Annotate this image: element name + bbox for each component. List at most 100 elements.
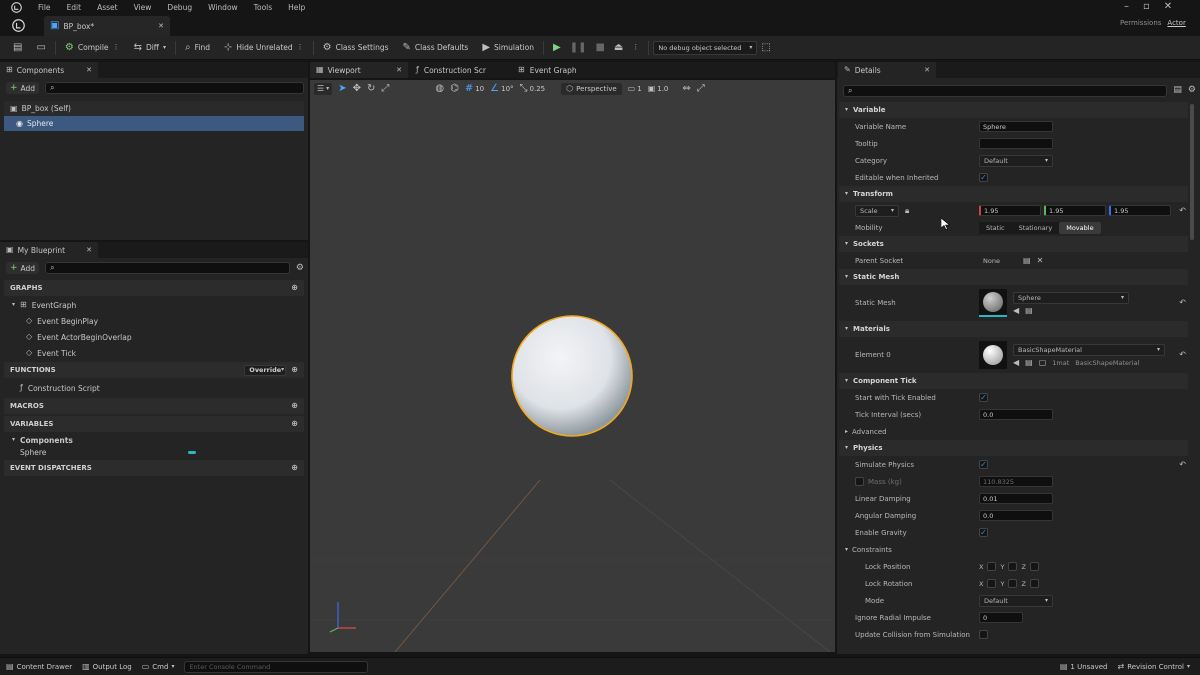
enable-gravity-checkbox[interactable]: ✓: [979, 528, 988, 537]
lock-rotation-y-checkbox[interactable]: [1008, 579, 1018, 588]
folder-browse-icon[interactable]: ▤: [1023, 256, 1031, 265]
viewport-options-menu[interactable]: ☰ ▾: [314, 83, 333, 95]
class-settings-button[interactable]: ⚙ Class Settings: [318, 39, 394, 57]
rotate-tool-icon[interactable]: ↻: [367, 84, 375, 94]
scale-x-input[interactable]: 1.95: [979, 205, 1041, 216]
class-defaults-button[interactable]: ✎ Class Defaults: [398, 39, 474, 57]
my-blueprint-tab[interactable]: ▣ My Blueprint ✕: [0, 242, 98, 258]
functions-section[interactable]: FUNCTIONS Override ▾ ⊕: [4, 362, 304, 378]
variable-name-input[interactable]: Sphere: [979, 121, 1053, 132]
section-component-tick[interactable]: ▾ Component Tick: [839, 373, 1188, 389]
close-tab-icon[interactable]: ✕: [396, 66, 402, 74]
material-slot-icon[interactable]: ▢: [1039, 358, 1047, 367]
scale-tool-icon[interactable]: ⤢: [381, 84, 389, 94]
macros-section[interactable]: MACROS ⊕: [4, 398, 304, 414]
fov-dropdown[interactable]: ▣ 1.0: [648, 85, 669, 94]
add-circle-icon[interactable]: ⊕: [291, 464, 298, 472]
simulation-button[interactable]: ▶ Simulation: [477, 39, 539, 57]
options-icon[interactable]: ⋮: [297, 44, 304, 51]
document-tab-bp-box[interactable]: ▣ BP_box* ✕: [44, 16, 170, 36]
close-tab-icon[interactable]: ✕: [86, 66, 92, 74]
details-tab[interactable]: ✎ Details ✕: [838, 62, 936, 78]
static-mesh-thumbnail[interactable]: [979, 289, 1007, 317]
component-item-sphere[interactable]: ◉ Sphere: [4, 116, 304, 131]
angular-damping-input[interactable]: 0.0: [979, 510, 1053, 521]
use-selected-icon[interactable]: ◀: [1013, 358, 1019, 367]
linear-damping-input[interactable]: 0.01: [979, 493, 1053, 504]
mass-input[interactable]: 110.8325: [979, 476, 1053, 487]
static-mesh-dropdown[interactable]: Sphere ▾: [1013, 291, 1129, 304]
lock-rotation-z-checkbox[interactable]: [1029, 579, 1039, 588]
constraints-row[interactable]: ▾ Constraints: [839, 541, 1188, 558]
update-collision-checkbox[interactable]: [979, 630, 988, 639]
event-item[interactable]: ◇ Event Tick: [18, 345, 84, 361]
menu-debug[interactable]: Debug: [167, 3, 192, 12]
debug-select-icon[interactable]: ⬚: [761, 42, 770, 53]
minimize-icon[interactable]: –: [1124, 2, 1129, 12]
find-button[interactable]: ⌕ Find: [180, 39, 215, 57]
unsaved-button[interactable]: ▤ 1 Unsaved: [1060, 662, 1108, 671]
view-mode-dropdown[interactable]: ⬡ Perspective: [561, 83, 622, 95]
scale-z-input[interactable]: 1.95: [1109, 205, 1171, 216]
close-tab-icon[interactable]: ✕: [924, 66, 930, 74]
menu-edit[interactable]: Edit: [67, 3, 82, 12]
details-search-input[interactable]: ⌕: [843, 84, 1168, 97]
material-dropdown[interactable]: BasicShapeMaterial ▾: [1013, 343, 1165, 356]
override-dropdown[interactable]: Override ▾: [244, 364, 287, 376]
stat-icon[interactable]: ⇔: [682, 84, 690, 94]
menu-window[interactable]: Window: [208, 3, 238, 12]
close-icon[interactable]: ✕: [1164, 2, 1172, 12]
components-search-input[interactable]: ⌕: [45, 82, 304, 94]
grid-snap-toggle[interactable]: # 10: [465, 84, 484, 94]
viewport-3d[interactable]: [310, 80, 835, 652]
eject-icon[interactable]: ⏏: [614, 42, 623, 53]
browse-asset-icon[interactable]: ▤: [1025, 306, 1033, 315]
hide-unrelated-button[interactable]: ⊹ Hide Unrelated ⋮: [219, 39, 309, 57]
mobility-movable[interactable]: Movable: [1059, 221, 1101, 234]
camera-speed-dropdown[interactable]: ▭ 1: [628, 85, 642, 94]
debug-object-dropdown[interactable]: No debug object selected ▾: [653, 40, 758, 55]
section-transform[interactable]: ▾ Transform: [839, 186, 1188, 202]
browse-asset-icon[interactable]: ▤: [1025, 358, 1033, 367]
compile-button[interactable]: ⚙ Compile ⋮: [60, 39, 125, 57]
section-static-mesh[interactable]: ▾ Static Mesh: [839, 269, 1188, 285]
tick-interval-input[interactable]: 0.0: [979, 409, 1053, 420]
maximize-viewport-icon[interactable]: ⤢: [697, 84, 705, 94]
lock-rotation-x-checkbox[interactable]: [987, 579, 997, 588]
content-drawer-button[interactable]: ▤ Content Drawer: [6, 662, 72, 671]
scale-mode-dropdown[interactable]: Scale ▾: [855, 204, 899, 217]
unreal-logo-icon[interactable]: [8, 0, 24, 14]
settings-gear-icon[interactable]: ⚙: [1188, 86, 1196, 95]
construction-script-item[interactable]: ƒ Construction Script: [12, 380, 108, 396]
world-local-icon[interactable]: ◍: [435, 84, 444, 94]
simulate-physics-checkbox[interactable]: ✓: [979, 460, 988, 469]
tab-viewport[interactable]: ▦ Viewport ✕: [310, 62, 408, 78]
menu-help[interactable]: Help: [288, 3, 305, 12]
unreal-home-icon[interactable]: [10, 17, 26, 33]
details-scrollbar[interactable]: [1190, 104, 1194, 240]
add-circle-icon[interactable]: ⊕: [291, 420, 298, 428]
event-item[interactable]: ◇ Event ActorBeginOverlap: [18, 329, 140, 345]
scale-snap-toggle[interactable]: ⤡ 0.25: [520, 84, 546, 94]
ignore-radial-impulse-input[interactable]: 0: [979, 612, 1023, 623]
event-dispatchers-section[interactable]: EVENT DISPATCHERS ⊕: [4, 460, 304, 476]
variables-section[interactable]: VARIABLES ⊕: [4, 416, 304, 432]
mobility-static[interactable]: Static: [979, 224, 1012, 232]
components-tab[interactable]: ⊞ Components ✕: [0, 62, 98, 78]
event-item[interactable]: ◇ Event BeginPlay: [18, 313, 106, 329]
output-log-button[interactable]: ▥ Output Log: [82, 662, 132, 671]
constraint-mode-dropdown[interactable]: Default ▾: [979, 594, 1053, 607]
play-icon[interactable]: ▶: [553, 42, 561, 53]
menu-view[interactable]: View: [134, 3, 152, 12]
menu-tools[interactable]: Tools: [254, 3, 272, 12]
close-tab-icon[interactable]: ✕: [86, 246, 92, 254]
component-item-self[interactable]: ▣ BP_box (Self): [4, 101, 304, 116]
user-name-label[interactable]: Actor: [1167, 19, 1185, 27]
close-tab-icon[interactable]: ✕: [158, 22, 164, 30]
rotation-snap-toggle[interactable]: ∠ 10°: [490, 84, 513, 94]
my-blueprint-search-input[interactable]: ⌕: [45, 262, 290, 274]
add-component-button[interactable]: + Add: [6, 82, 40, 94]
category-dropdown[interactable]: Default ▾: [979, 154, 1053, 167]
section-physics[interactable]: ▾ Physics: [839, 440, 1188, 456]
reset-arrow-icon[interactable]: ↶: [1179, 351, 1186, 359]
